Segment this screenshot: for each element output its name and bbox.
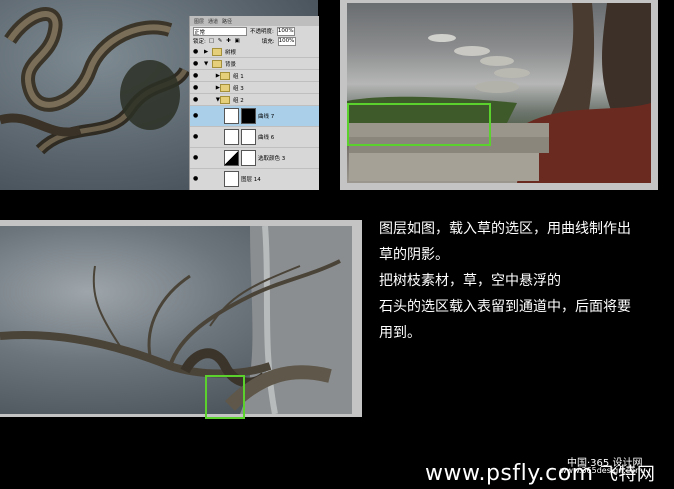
eye-icon[interactable]: ● (193, 48, 201, 55)
blend-row: 正常 不透明度: 100% (190, 26, 319, 36)
layer-row[interactable]: ● ▶ 组 3 (190, 82, 319, 94)
tab-paths[interactable]: 路径 (222, 18, 232, 25)
description-line: 草的阴影。 (379, 247, 449, 263)
layer-name: 组 1 (233, 73, 244, 80)
stone-steps-image (347, 3, 651, 183)
branch-image-bottom-frame (0, 220, 362, 417)
twisted-branch-illustration (0, 7, 190, 155)
eye-icon[interactable]: ● (193, 72, 201, 79)
folder-icon (220, 71, 230, 80)
lock-icons[interactable]: □ ✎ ✚ ▣ (209, 38, 241, 44)
layer-name: 曲线 7 (258, 114, 275, 120)
grass-selection-highlight-2 (205, 375, 245, 419)
eye-icon[interactable]: ● (193, 113, 201, 119)
tab-layers[interactable]: 图层 (194, 18, 204, 25)
eye-icon[interactable]: ● (193, 60, 201, 67)
layer-row[interactable]: ● ▶ 树根 (190, 46, 319, 58)
description-line: 图层如图，载入草的选区，用曲线制作出 (379, 221, 631, 237)
folder-icon (220, 95, 230, 104)
description-line: 用到。 (379, 325, 421, 341)
layer-row-selected[interactable]: ● 曲线 7 (190, 106, 319, 127)
eye-icon[interactable]: ● (193, 84, 201, 91)
fill-value: 100% (278, 37, 295, 44)
eye-icon[interactable]: ● (193, 134, 201, 140)
description-line: 石头的选区载入表留到通道中，后面将要 (379, 299, 631, 315)
layer-row[interactable]: ● ▶ 组 1 (190, 70, 319, 82)
tutorial-description: 图层如图，载入草的选区，用曲线制作出 草的阴影。 把树枝素材，草，空中悬浮的 石… (379, 216, 673, 346)
layer-name: 选取颜色 3 (258, 156, 286, 162)
layer-row[interactable]: ● ▼ 背景 (190, 58, 319, 70)
branch-image-bottom (0, 226, 352, 414)
eye-icon[interactable]: ● (193, 155, 201, 161)
layer-row[interactable]: ● 选取颜色 3 (190, 148, 319, 169)
blend-mode-value: 正常 (194, 29, 206, 36)
lock-row: 锁定: □ ✎ ✚ ▣ 填充: 100% (190, 36, 319, 46)
layer-name: 树根 (225, 49, 237, 56)
layer-thumbnail (224, 171, 239, 187)
folder-icon (212, 47, 222, 56)
layers-panel-tabs: 图层 通道 路径 (190, 16, 319, 26)
opacity-input[interactable]: 100% (276, 26, 295, 36)
lock-label: 锁定: (193, 39, 206, 45)
folder-icon (220, 83, 230, 92)
folder-icon (212, 59, 222, 68)
fill-label: 填充: (261, 39, 275, 45)
curves-icon (224, 129, 239, 145)
tab-channels[interactable]: 通道 (208, 18, 218, 25)
layer-name: 组 3 (233, 85, 244, 92)
eye-icon[interactable]: ● (193, 96, 201, 103)
eye-icon[interactable]: ● (193, 176, 201, 182)
fill-input[interactable]: 100% (277, 36, 296, 46)
layers-panel: 图层 通道 路径 正常 不透明度: 100% 锁定: □ ✎ ✚ ▣ 填充: 1… (189, 16, 319, 190)
layer-name: 曲线 6 (258, 135, 275, 141)
layer-name: 背景 (225, 61, 237, 68)
grass-selection-highlight (347, 103, 491, 146)
curves-icon (224, 108, 239, 124)
blend-mode-select[interactable]: 正常 (193, 26, 247, 36)
description-line: 把树枝素材，草，空中悬浮的 (379, 273, 561, 289)
layer-mask-thumbnail (241, 150, 256, 166)
watermark-url: www.365design.com (560, 466, 643, 475)
steps-and-tree-illustration (347, 3, 651, 183)
layer-row[interactable]: ● 曲线 6 (190, 127, 319, 148)
bare-branch-illustration (0, 226, 352, 414)
stone-steps-frame (340, 0, 658, 190)
layer-row[interactable]: ● ▼ 组 2 (190, 94, 319, 106)
layer-mask-thumbnail (241, 129, 256, 145)
opacity-label: 不透明度: (250, 29, 274, 35)
selective-color-icon (224, 150, 239, 166)
opacity-value: 100% (277, 27, 294, 34)
layer-name: 图层 14 (241, 177, 261, 183)
layer-mask-thumbnail (241, 108, 256, 124)
layer-name: 组 2 (233, 97, 244, 104)
layer-row[interactable]: ● 图层 14 (190, 169, 319, 189)
